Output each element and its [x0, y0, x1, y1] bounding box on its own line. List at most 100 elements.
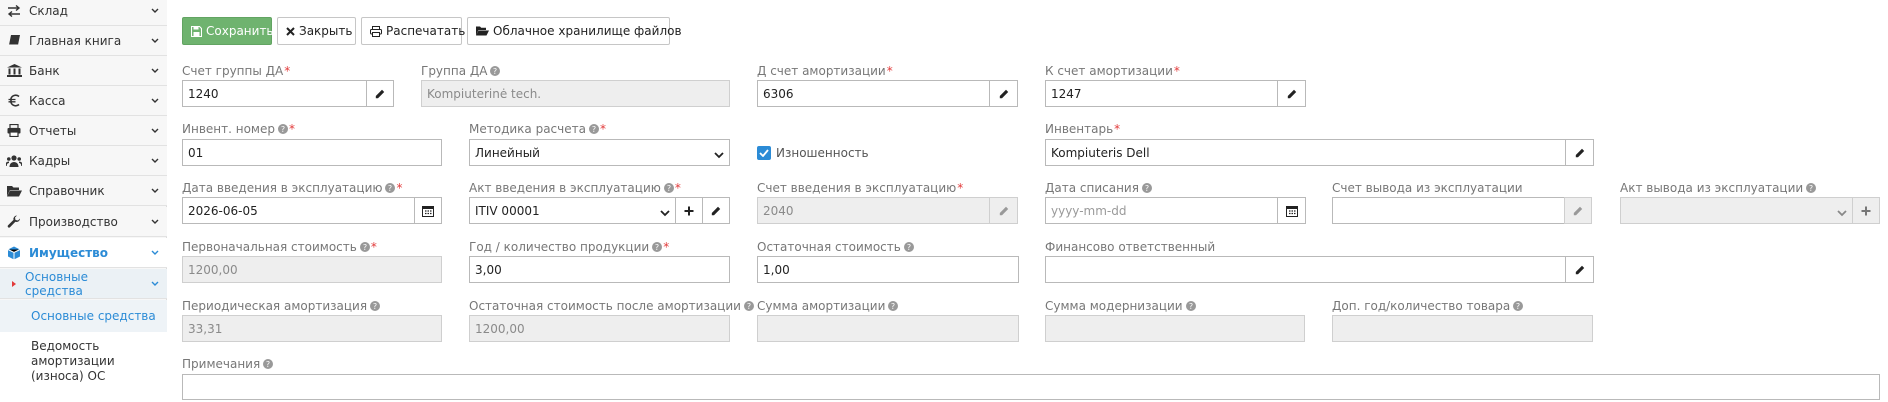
wear-checkbox[interactable] — [757, 146, 771, 160]
required-asterisk: * — [663, 240, 670, 254]
pencil-icon — [711, 206, 721, 215]
start-account-input[interactable]: 2040 — [757, 197, 990, 224]
required-asterisk: * — [674, 181, 681, 195]
start-act-add-button[interactable] — [675, 197, 703, 224]
required-asterisk: * — [957, 181, 964, 195]
calendar-icon — [1285, 205, 1298, 217]
svg-text:?: ? — [592, 125, 596, 134]
sidebar-item-reports[interactable]: Отчеты — [0, 116, 167, 146]
pencil-icon — [375, 89, 385, 98]
chevron-down-icon — [1837, 206, 1847, 220]
modern-sum-label: Сумма модернизации ? — [1045, 299, 1196, 313]
print-button[interactable]: Распечатать — [361, 17, 465, 45]
notes-textarea[interactable] — [182, 374, 1880, 400]
help-icon: ? — [1806, 183, 1817, 193]
pencil-icon — [1287, 89, 1296, 98]
sidebar-item-reference[interactable]: Справочник — [0, 176, 167, 206]
svg-text:?: ? — [1516, 302, 1520, 311]
group-label: Группа ДА ? — [421, 64, 501, 78]
residual-input[interactable]: 1,00 — [757, 256, 1019, 283]
required-asterisk: * — [284, 64, 291, 78]
d-amort-account-edit-button[interactable] — [989, 80, 1018, 107]
initial-cost-input[interactable]: 1200,00 — [182, 256, 442, 283]
group-account-edit-button[interactable] — [366, 80, 394, 107]
help-icon: ? — [888, 301, 899, 311]
responsible-input[interactable] — [1045, 256, 1566, 283]
sidebar-item-production[interactable]: Производство — [0, 207, 167, 237]
users-icon — [5, 154, 23, 167]
printer-icon — [370, 25, 382, 37]
required-asterisk: * — [886, 64, 893, 78]
close-button[interactable]: Закрыть — [277, 17, 356, 45]
start-account-edit-button[interactable] — [989, 197, 1018, 224]
d-amort-account-input[interactable]: 6306 — [757, 80, 990, 107]
writeoff-date-input[interactable]: yyyy-mm-dd — [1045, 197, 1278, 224]
inventory-edit-button[interactable] — [1565, 139, 1594, 166]
start-act-edit-button[interactable] — [702, 197, 730, 224]
k-amort-account-edit-button[interactable] — [1277, 80, 1306, 107]
group-account-label: Счет группы ДА * — [182, 64, 291, 78]
page: Склад Главная книга Банк Касса Отчеты Ка… — [0, 0, 1888, 402]
sidebar-item-label: Отчеты — [29, 123, 77, 138]
group-account-input[interactable]: 1240 — [182, 80, 367, 107]
extra-years-label: Доп. год/количество товара ? — [1332, 299, 1524, 313]
svg-text:?: ? — [891, 302, 895, 311]
cloud-storage-button[interactable]: Облачное хранилище файлов — [467, 17, 682, 45]
help-icon: ? — [263, 359, 274, 369]
periodic-amort-label: Периодическая амортизация ? — [182, 299, 381, 313]
writeoff-date-label: Дата списания ? — [1045, 181, 1152, 195]
sidebar-item-staff[interactable]: Кадры — [0, 146, 167, 176]
help-icon: ? — [385, 183, 396, 193]
chevron-down-icon — [148, 8, 162, 14]
plus-icon — [1861, 206, 1871, 215]
euro-icon — [5, 94, 23, 107]
required-asterisk: * — [396, 181, 403, 195]
help-icon: ? — [1185, 301, 1196, 311]
sidebar-leaf-depreciation-statement[interactable]: Ведомость амортизации (износа) ОС — [0, 332, 167, 402]
out-act-label: Акт вывода из эксплуатации ? — [1620, 181, 1817, 195]
sidebar-item-warehouse[interactable]: Склад — [0, 0, 167, 26]
pencil-icon — [999, 206, 1008, 215]
group-input[interactable]: Kompiuterinė tech. — [421, 80, 730, 107]
writeoff-date-calendar-button[interactable] — [1277, 197, 1306, 224]
sidebar-item-property[interactable]: Имущество — [0, 238, 167, 268]
cube-icon — [5, 246, 23, 260]
periodic-amort-input[interactable]: 33,31 — [182, 315, 442, 342]
inventory-number-label: Инвент. номер ? * — [182, 122, 295, 136]
plus-icon — [684, 206, 694, 215]
required-asterisk: * — [1173, 64, 1180, 78]
sidebar-leaf-fixed-assets[interactable]: Основные средства — [0, 300, 167, 332]
wear-checkbox-label: Изношенность — [776, 146, 869, 160]
residual-after-input[interactable]: 1200,00 — [469, 315, 730, 342]
folder-open-icon — [476, 26, 489, 36]
inventory-number-input[interactable]: 01 — [182, 139, 442, 166]
responsible-edit-button[interactable] — [1565, 256, 1594, 283]
sidebar-item-bank[interactable]: Банк — [0, 56, 167, 86]
required-asterisk: * — [599, 122, 606, 136]
pencil-icon — [999, 89, 1008, 98]
sidebar-item-general-ledger[interactable]: Главная книга — [0, 26, 167, 56]
out-account-edit-button[interactable] — [1564, 197, 1592, 224]
out-act-select[interactable] — [1620, 197, 1853, 224]
sidebar-submenu-fixed-assets[interactable]: Основные средства — [0, 269, 167, 299]
inventory-input[interactable]: Kompiuteris Dell — [1045, 139, 1566, 166]
years-input[interactable]: 3,00 — [469, 256, 730, 283]
k-amort-account-input[interactable]: 1247 — [1045, 80, 1278, 107]
out-act-add-button[interactable] — [1852, 197, 1880, 224]
method-select[interactable]: Линейный — [469, 139, 730, 166]
start-act-select[interactable]: ITIV 00001 — [469, 197, 676, 224]
extra-years-input[interactable] — [1332, 315, 1593, 342]
start-date-calendar-button[interactable] — [414, 197, 442, 224]
chevron-down-icon — [148, 38, 162, 44]
modern-sum-input[interactable] — [1045, 315, 1305, 342]
sidebar-item-cash[interactable]: Касса — [0, 86, 167, 116]
svg-text:?: ? — [1145, 184, 1149, 193]
svg-text:?: ? — [266, 360, 270, 369]
help-icon: ? — [663, 183, 674, 193]
arrows-exchange-icon — [5, 4, 23, 17]
notes-label: Примечания ? — [182, 357, 274, 371]
save-button[interactable]: Сохранить — [182, 17, 274, 45]
start-date-input[interactable]: 2026-06-05 — [182, 197, 415, 224]
amort-sum-input[interactable] — [757, 315, 1019, 342]
out-account-input[interactable] — [1332, 197, 1565, 224]
